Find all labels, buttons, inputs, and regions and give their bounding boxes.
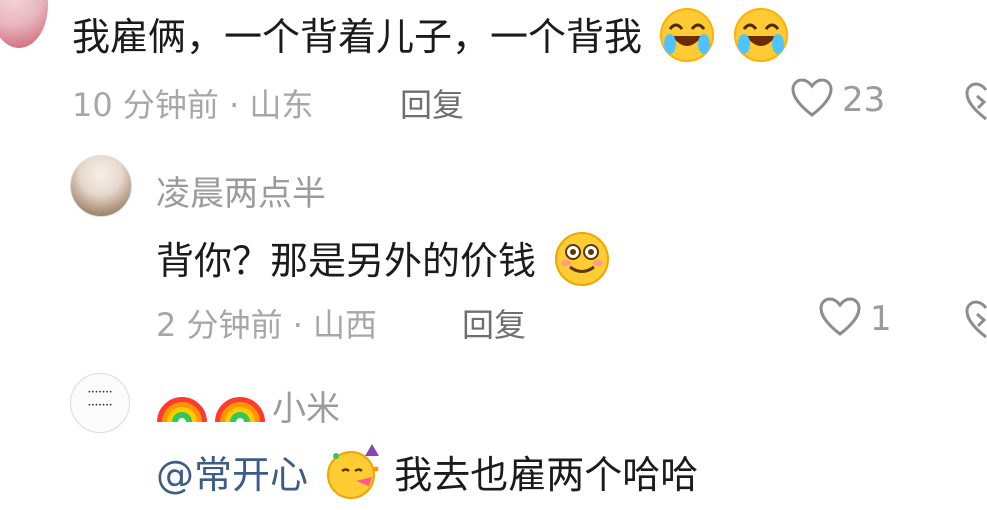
comment-time-location: 2 分钟前 · 山西 [156, 306, 378, 344]
avatar[interactable] [70, 155, 132, 217]
avatar[interactable]: ••••••• ••••••• [70, 373, 130, 433]
avatar[interactable] [0, 0, 48, 48]
party-face-emoji-icon [324, 444, 382, 510]
comment-content: 背你？那是另外的价钱 [156, 229, 612, 298]
username-text: 小米 [272, 388, 340, 429]
mention-link[interactable]: @常开心 [156, 453, 308, 497]
heart-icon [790, 78, 834, 122]
avatar-text: ••••••• [87, 389, 113, 396]
avatar-text: ••••••• [87, 402, 113, 409]
rainbow-icon [214, 380, 266, 430]
like-count: 23 [842, 80, 886, 120]
reply-button[interactable]: 回复 [400, 80, 464, 126]
username[interactable]: 小米 [156, 380, 340, 430]
laugh-tears-emoji-icon [658, 6, 716, 73]
comment-text: 我去也雇两个哈哈 [394, 453, 699, 497]
like-button[interactable]: 1 [818, 297, 892, 341]
comment-thread: 我雇俩，一个背着儿子，一个背我 10 分钟前 · 山东 回复 23 凌晨两点半 … [0, 0, 987, 510]
comment-time-location: 10 分钟前 · 山东 [72, 86, 314, 124]
comment-text: 我雇俩，一个背着儿子，一个背我 [72, 15, 643, 59]
username[interactable]: 凌晨两点半 [156, 166, 326, 215]
reply-button[interactable]: 回复 [462, 300, 526, 346]
comment-text: 背你？那是另外的价钱 [156, 239, 537, 283]
dislike-icon[interactable] [964, 82, 987, 126]
laugh-tears-emoji-icon [732, 6, 790, 73]
rainbow-icon [156, 380, 208, 430]
comment-content: 我雇俩，一个背着儿子，一个背我 [72, 6, 790, 73]
comment-content: @常开心 我去也雇两个哈哈 [156, 444, 698, 510]
heart-icon [818, 297, 862, 341]
like-count: 1 [870, 299, 892, 339]
like-button[interactable]: 23 [790, 78, 885, 122]
dislike-icon[interactable] [964, 300, 987, 344]
smiling-emoji-icon [552, 229, 612, 298]
